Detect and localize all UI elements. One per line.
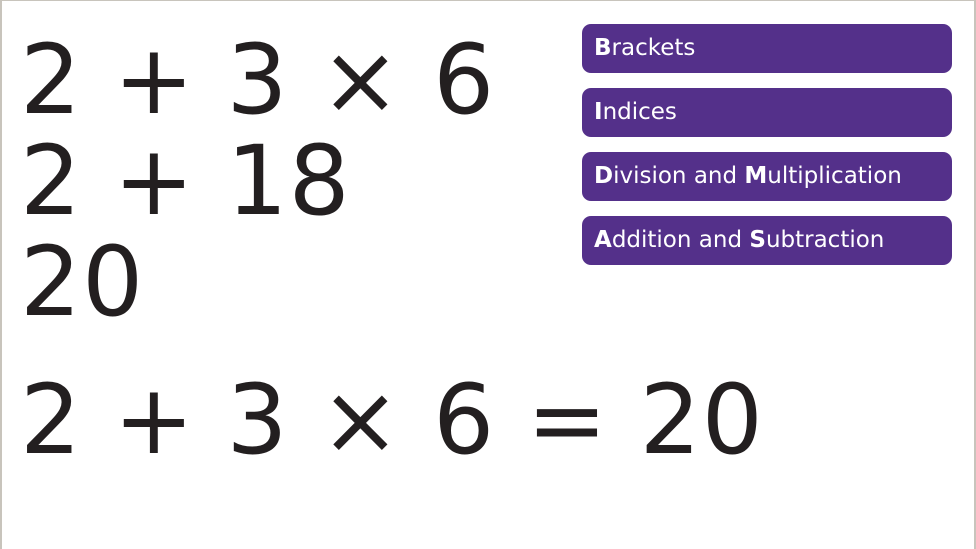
working-step-3: 20 [20, 226, 145, 338]
rule-text: ddition and [611, 227, 750, 253]
initial-letter: B [594, 35, 612, 61]
bidmas-division-multiplication: Division and Multiplication [582, 152, 952, 201]
final-equation: 2 + 3 × 6 = 20 [20, 364, 764, 476]
initial-letter: D [594, 163, 614, 189]
initial-letter: M [744, 163, 768, 189]
rule-text: ndices [602, 99, 677, 125]
initial-letter: S [749, 227, 766, 253]
rule-text: ivision and [613, 163, 745, 189]
bidmas-list: Brackets Indices Division and Multiplica… [582, 24, 952, 280]
initial-letter: A [594, 227, 612, 253]
bidmas-brackets: Brackets [582, 24, 952, 73]
bidmas-addition-subtraction: Addition and Subtraction [582, 216, 952, 265]
working-step-2: 2 + 18 [20, 125, 351, 237]
initial-letter: I [594, 99, 603, 125]
rule-text: rackets [611, 35, 696, 61]
rule-text: ultiplication [767, 163, 902, 189]
bidmas-indices: Indices [582, 88, 952, 137]
working-step-1: 2 + 3 × 6 [20, 24, 496, 136]
rule-text: ubtraction [765, 227, 885, 253]
